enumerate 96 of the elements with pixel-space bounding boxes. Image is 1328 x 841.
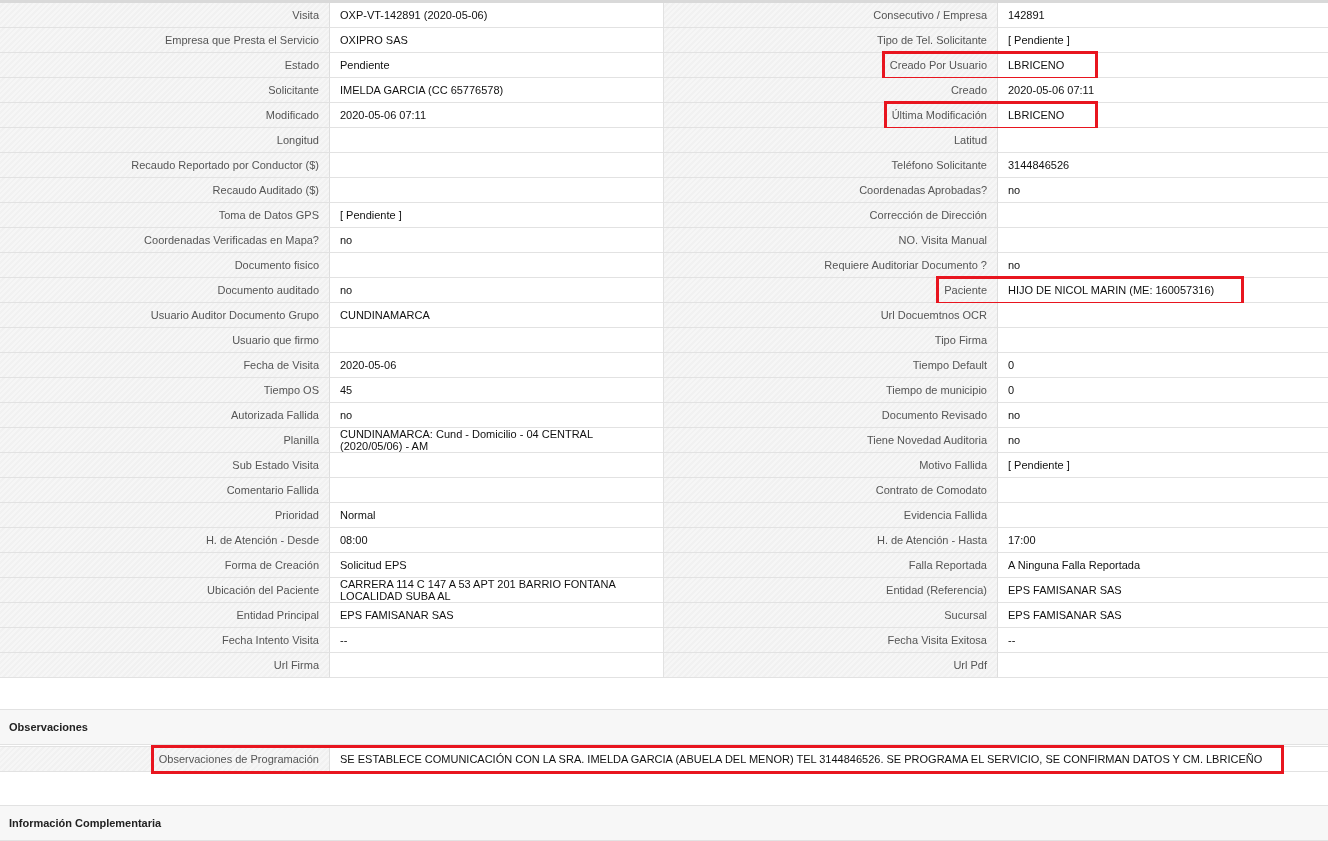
field-label: Modificado bbox=[265, 109, 319, 121]
field-value: EPS FAMISANAR SAS bbox=[1008, 584, 1122, 596]
field-label: Recaudo Reportado por Conductor ($) bbox=[131, 159, 319, 171]
field-label: NO. Visita Manual bbox=[898, 234, 987, 246]
field-value: CUNDINAMARCA: Cund - Domicilio - 04 CENTRAL (2020/05/06) - AM bbox=[340, 428, 594, 452]
field-value: no bbox=[340, 234, 353, 246]
field-value: no bbox=[1008, 434, 1021, 446]
field-value: no bbox=[340, 409, 353, 421]
field-value: no bbox=[1008, 184, 1021, 196]
field-value: 45 bbox=[340, 384, 353, 396]
field-value: 2020-05-06 bbox=[340, 359, 397, 371]
field-label: Evidencia Fallida bbox=[903, 509, 987, 521]
field-value: 0 bbox=[1008, 384, 1015, 396]
field-label: Documento Revisado bbox=[881, 409, 987, 421]
field-label: Tipo de Tel. Solicitante bbox=[876, 34, 987, 46]
field-label: Documento auditado bbox=[217, 284, 319, 296]
field-label: Comentario Fallida bbox=[226, 484, 319, 496]
field-value: EPS FAMISANAR SAS bbox=[340, 609, 454, 621]
field-label: Última Modificación bbox=[891, 109, 987, 121]
field-value: no bbox=[1008, 259, 1021, 271]
field-label: Coordenadas Verificadas en Mapa? bbox=[144, 234, 319, 246]
field-value: A Ninguna Falla Reportada bbox=[1008, 559, 1141, 571]
field-label: Url Firma bbox=[273, 659, 319, 671]
field-label: Url Docuemtnos OCR bbox=[880, 309, 987, 321]
field-value: LBRICENO bbox=[1008, 59, 1065, 71]
field-label: H. de Atención - Desde bbox=[205, 534, 319, 546]
field-value: 2020-05-06 07:11 bbox=[340, 109, 427, 121]
field-value: IMELDA GARCIA (CC 65776578) bbox=[340, 84, 504, 96]
field-value: EPS FAMISANAR SAS bbox=[1008, 609, 1122, 621]
field-label: Forma de Creación bbox=[224, 559, 319, 571]
field-value: [ Pendiente ] bbox=[1008, 34, 1070, 46]
field-label: Tiempo de municipio bbox=[885, 384, 987, 396]
field-label: Tiempo Default bbox=[912, 359, 987, 371]
field-value: Normal bbox=[340, 509, 376, 521]
field-value: OXIPRO SAS bbox=[340, 34, 408, 46]
field-label: Usuario que firmo bbox=[232, 334, 319, 346]
field-label: Teléfono Solicitante bbox=[891, 159, 987, 171]
field-label: H. de Atención - Hasta bbox=[876, 534, 987, 546]
section-title: Información Complementaria bbox=[9, 817, 162, 829]
field-label: Requiere Auditoriar Documento ? bbox=[824, 259, 987, 271]
field-label: Longitud bbox=[276, 134, 319, 146]
field-label: Tiene Novedad Auditoria bbox=[866, 434, 987, 446]
field-label: Creado Por Usuario bbox=[889, 59, 987, 71]
field-label: Planilla bbox=[283, 434, 319, 446]
field-label: Recaudo Auditado ($) bbox=[212, 184, 319, 196]
field-label: Paciente bbox=[944, 284, 987, 296]
field-label: Prioridad bbox=[274, 509, 319, 521]
field-label: Latitud bbox=[953, 134, 987, 146]
field-label: Creado bbox=[950, 84, 987, 96]
field-value: Pendiente bbox=[340, 59, 390, 71]
field-label: Fecha Intento Visita bbox=[221, 634, 319, 646]
field-label: Entidad Principal bbox=[236, 609, 319, 621]
field-label: Sub Estado Visita bbox=[232, 459, 319, 471]
field-value: no bbox=[340, 284, 353, 296]
field-value: no bbox=[1008, 409, 1021, 421]
field-label: Fecha de Visita bbox=[243, 359, 319, 371]
field-value: [ Pendiente ] bbox=[1008, 459, 1070, 471]
field-value: 142891 bbox=[1008, 9, 1045, 21]
field-label: Entidad (Referencia) bbox=[886, 584, 987, 596]
field-label: Estado bbox=[284, 59, 319, 71]
field-label: Url Pdf bbox=[953, 659, 987, 671]
field-label: Solicitante bbox=[268, 84, 319, 96]
field-value: -- bbox=[340, 634, 348, 646]
field-value: CARRERA 114 C 147 A 53 APT 201 BARRIO FONTANA LOCALIDAD SUBA AL bbox=[340, 578, 617, 602]
field-label: Fecha Visita Exitosa bbox=[887, 634, 987, 646]
field-label: Toma de Datos GPS bbox=[218, 209, 319, 221]
field-value: 0 bbox=[1008, 359, 1015, 371]
field-value: [ Pendiente ] bbox=[340, 209, 402, 221]
field-label: Documento fisico bbox=[234, 259, 319, 271]
field-label: Visita bbox=[292, 9, 319, 21]
field-value: Solicitud EPS bbox=[340, 559, 407, 571]
field-label: Falla Reportada bbox=[908, 559, 987, 571]
field-value: 17:00 bbox=[1008, 534, 1036, 546]
field-value: SE ESTABLECE COMUNICACIÓN CON LA SRA. IMELDA GARCIA (ABUELA DEL MENOR) TEL 3144846526. SE PROGRAMA EL SERVICIO, SE CONFIRMAN DATOS Y CM. LBRICEÑO bbox=[340, 753, 1263, 765]
field-label: Motivo Fallida bbox=[919, 459, 987, 471]
field-label: Empresa que Presta el Servicio bbox=[164, 34, 319, 46]
field-value: 3144846526 bbox=[1008, 159, 1070, 171]
field-value: OXP-VT-142891 (2020-05-06) bbox=[340, 9, 488, 21]
field-label: Autorizada Fallida bbox=[230, 409, 319, 421]
field-value: -- bbox=[1008, 634, 1016, 646]
field-label: Contrato de Comodato bbox=[875, 484, 987, 496]
field-label: Corrección de Dirección bbox=[869, 209, 987, 221]
section-title: Observaciones bbox=[9, 721, 88, 733]
field-value: 2020-05-06 07:11 bbox=[1008, 84, 1095, 96]
field-value: HIJO DE NICOL MARIN (ME: 160057316) bbox=[1008, 284, 1215, 296]
field-label: Consecutivo / Empresa bbox=[873, 9, 987, 21]
field-label: Usuario Auditor Documento Grupo bbox=[150, 309, 319, 321]
field-label: Ubicación del Paciente bbox=[207, 584, 319, 596]
field-value: LBRICENO bbox=[1008, 109, 1065, 121]
field-value: 08:00 bbox=[340, 534, 368, 546]
field-value: CUNDINAMARCA bbox=[340, 309, 430, 321]
field-label: Tipo Firma bbox=[934, 334, 987, 346]
field-label: Coordenadas Aprobadas? bbox=[859, 184, 987, 196]
field-label: Observaciones de Programación bbox=[158, 753, 319, 765]
field-label: Tiempo OS bbox=[263, 384, 319, 396]
field-label: Sucursal bbox=[944, 609, 987, 621]
